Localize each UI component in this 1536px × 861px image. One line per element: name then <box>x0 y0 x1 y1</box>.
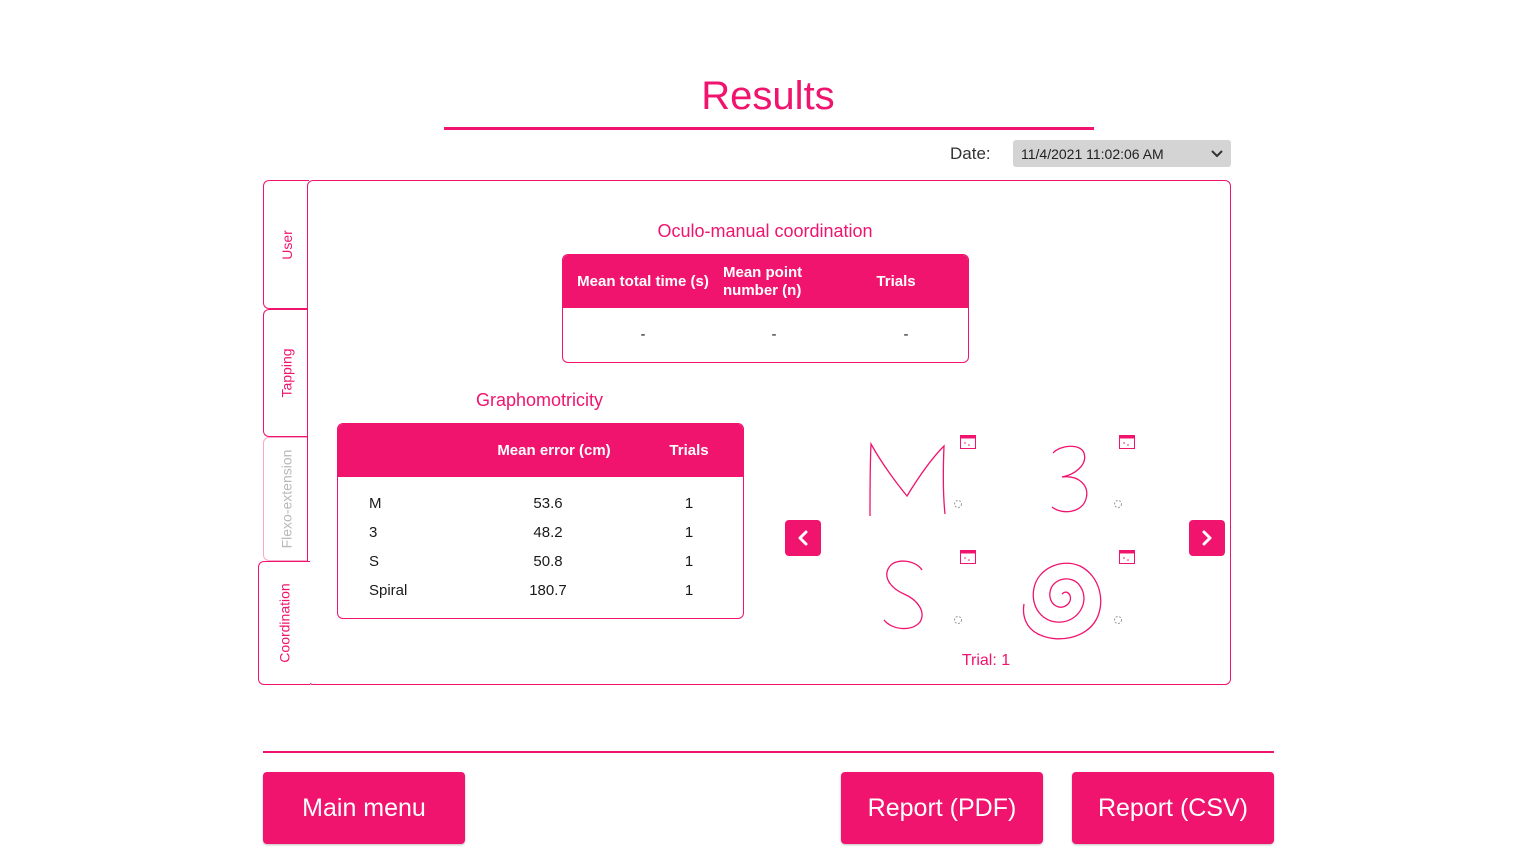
table-row: 3 48.2 1 <box>338 518 743 547</box>
oculo-table-header: Mean total time (s) Mean point number (n… <box>563 255 968 308</box>
drawing-m <box>869 441 946 517</box>
footer-divider <box>263 751 1274 753</box>
grapho-row-name: 3 <box>369 523 378 541</box>
loading-spinner-icon <box>954 616 962 624</box>
tab-flexo-extension[interactable]: Flexo-extension <box>263 437 309 561</box>
grapho-row-error: 50.8 <box>533 552 563 570</box>
grapho-row-error: 48.2 <box>533 523 563 541</box>
drawing-s <box>883 560 923 630</box>
grapho-row-trials: 1 <box>684 581 694 599</box>
table-row: S 50.8 1 <box>338 547 743 576</box>
loading-spinner-icon <box>1114 616 1122 624</box>
grapho-row-trials: 1 <box>684 494 694 512</box>
tab-tapping-label: Tapping <box>278 348 295 398</box>
grapho-header-error: Mean error (cm) <box>497 441 611 459</box>
chevron-left-icon <box>798 530 808 546</box>
loading-spinner-icon <box>1114 500 1122 508</box>
date-select[interactable]: 11/4/2021 11:02:06 AM <box>1013 140 1231 167</box>
grapho-row-trials: 1 <box>684 523 694 541</box>
oculo-header-time: Mean total time (s) <box>577 272 709 290</box>
next-trial-button[interactable] <box>1189 520 1225 556</box>
grapho-row-error: 53.6 <box>533 494 563 512</box>
grapho-row-error: 180.7 <box>529 581 567 599</box>
report-csv-button[interactable]: Report (CSV) <box>1072 772 1274 844</box>
tab-user[interactable]: User <box>263 180 309 309</box>
report-pdf-button[interactable]: Report (PDF) <box>841 772 1043 844</box>
grapho-row-name: S <box>369 552 380 570</box>
oculo-table: Mean total time (s) Mean point number (n… <box>562 254 969 363</box>
grapho-table: Mean error (cm) Trials M 53.6 1 3 48.2 1… <box>337 423 744 619</box>
oculo-value-trials: - <box>903 326 909 343</box>
grapho-title: Graphomotricity <box>475 390 604 410</box>
table-row: M 53.6 1 <box>338 489 743 518</box>
oculo-header-trials: Trials <box>876 272 916 290</box>
image-thumbnail-icon[interactable] <box>1119 550 1135 564</box>
trial-label: Trial: 1 <box>961 652 1011 669</box>
date-label: Date: <box>950 144 991 163</box>
loading-spinner-icon <box>954 500 962 508</box>
drawing-3 <box>1051 445 1088 513</box>
grapho-row-name: Spiral <box>369 581 408 599</box>
previous-trial-button[interactable] <box>785 520 821 556</box>
main-menu-button[interactable]: Main menu <box>263 772 465 844</box>
oculo-value-time: - <box>640 326 646 343</box>
date-select-value: 11/4/2021 11:02:06 AM <box>1021 145 1164 162</box>
tab-tapping[interactable]: Tapping <box>263 309 309 437</box>
drawing-spiral <box>1022 562 1102 640</box>
table-row: Spiral 180.7 1 <box>338 576 743 605</box>
tab-flexo-extension-label: Flexo-extension <box>278 449 295 549</box>
chevron-right-icon <box>1202 530 1212 546</box>
oculo-header-points: Mean point number (n) <box>723 263 803 299</box>
chevron-down-icon <box>1211 149 1223 158</box>
grapho-row-name: M <box>369 494 382 512</box>
image-thumbnail-icon[interactable] <box>960 435 976 449</box>
oculo-value-points: - <box>771 326 777 343</box>
oculo-title: Oculo-manual coordination <box>657 221 873 241</box>
tab-coordination-label: Coordination <box>276 583 293 663</box>
image-thumbnail-icon[interactable] <box>1119 435 1135 449</box>
title-underline <box>444 127 1094 130</box>
oculo-table-row: - - - <box>563 308 968 362</box>
tab-user-label: User <box>278 229 295 260</box>
page-title: Results <box>701 74 835 118</box>
grapho-table-header: Mean error (cm) Trials <box>338 424 743 477</box>
tab-coordination[interactable]: Coordination <box>258 561 310 685</box>
grapho-header-trials: Trials <box>669 441 709 459</box>
image-thumbnail-icon[interactable] <box>960 550 976 564</box>
grapho-row-trials: 1 <box>684 552 694 570</box>
